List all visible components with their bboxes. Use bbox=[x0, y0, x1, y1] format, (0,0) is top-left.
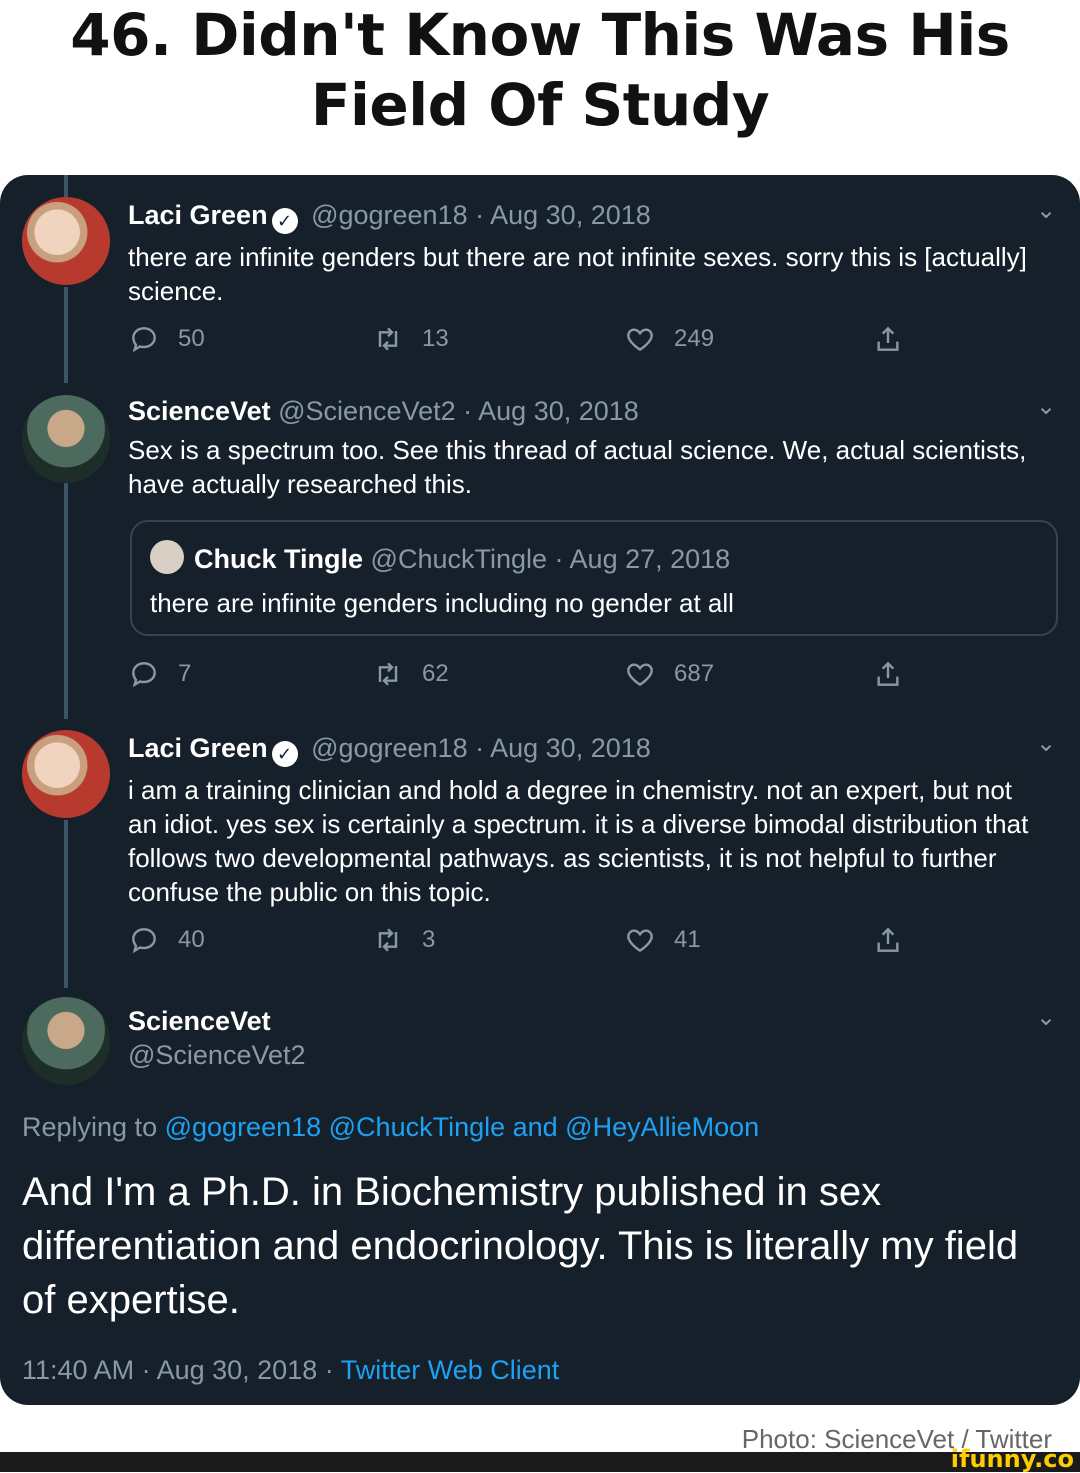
like-count: 249 bbox=[674, 325, 715, 352]
ifunny-watermark: ifunny.co bbox=[950, 1445, 1074, 1473]
reply-button[interactable]: 7 bbox=[128, 658, 191, 690]
quoted-date: · Aug 27, 2018 bbox=[554, 544, 731, 574]
chevron-down-icon[interactable]: ⌄ bbox=[1036, 1006, 1056, 1030]
retweet-icon bbox=[378, 928, 398, 952]
thread-line bbox=[64, 483, 68, 719]
like-button[interactable]: 249 bbox=[624, 323, 714, 355]
main-tweet-text: And I'm a Ph.D. in Biochemistry publishe… bbox=[22, 1170, 1019, 1322]
like-button[interactable]: 687 bbox=[624, 658, 714, 690]
reply-count: 7 bbox=[178, 660, 192, 687]
tweet[interactable]: Laci Green ✓ @gogreen18 · Aug 30, 2018 i … bbox=[128, 732, 1048, 909]
share-icon bbox=[877, 326, 899, 351]
main-tweet-header[interactable]: ScienceVet @ScienceVet2 bbox=[128, 1005, 1048, 1071]
tweet-author-handle[interactable]: @ScienceVet2 bbox=[128, 1039, 1048, 1071]
heart-icon bbox=[627, 663, 653, 687]
like-count: 41 bbox=[674, 926, 701, 953]
share-icon bbox=[877, 927, 899, 952]
heart-icon bbox=[627, 929, 653, 953]
tweet-text: i am a training clinician and hold a deg… bbox=[128, 775, 1029, 907]
retweet-button[interactable]: 62 bbox=[372, 658, 449, 690]
main-tweet-meta: 11:40 AM · Aug 30, 2018 · Twitter Web Cl… bbox=[22, 1355, 559, 1386]
thread-line bbox=[64, 287, 68, 383]
verified-badge-icon: ✓ bbox=[271, 208, 298, 234]
tweet-thread-card: Laci Green ✓ @gogreen18 · Aug 30, 2018 th… bbox=[0, 175, 1080, 1405]
quoted-text: there are infinite genders including no … bbox=[150, 588, 734, 618]
tweet[interactable]: ScienceVet @ScienceVet2 · Aug 30, 2018 S… bbox=[128, 395, 1048, 501]
tweet-timestamp[interactable]: 11:40 AM · Aug 30, 2018 · bbox=[22, 1355, 334, 1385]
retweet-count: 3 bbox=[422, 926, 436, 953]
quoted-avatar bbox=[150, 540, 184, 574]
tweet-author-handle[interactable]: @ScienceVet2 bbox=[278, 396, 456, 426]
quoted-author-name: Chuck Tingle bbox=[194, 544, 364, 574]
reply-button[interactable]: 40 bbox=[128, 924, 205, 956]
quoted-tweet[interactable]: Chuck Tingle @ChuckTingle · Aug 27, 2018… bbox=[130, 520, 1058, 636]
chevron-down-icon[interactable]: ⌄ bbox=[1036, 199, 1056, 223]
tweet-author-handle[interactable]: @gogreen18 bbox=[311, 200, 468, 230]
tweet-date[interactable]: · Aug 30, 2018 bbox=[475, 200, 651, 230]
avatar[interactable] bbox=[22, 997, 110, 1085]
tweet-actions: 40 3 41 bbox=[128, 924, 928, 958]
retweet-count: 13 bbox=[422, 325, 449, 352]
thread-line bbox=[64, 175, 68, 197]
tweet-author-name[interactable]: ScienceVet bbox=[128, 396, 271, 426]
chevron-down-icon[interactable]: ⌄ bbox=[1036, 395, 1056, 419]
verified-badge-icon: ✓ bbox=[271, 741, 298, 767]
footer-bar bbox=[0, 1452, 1080, 1472]
replying-to: Replying to @gogreen18 @ChuckTingle and … bbox=[22, 1112, 759, 1143]
article-headline: 46. Didn't Know This Was His Field Of St… bbox=[70, 1, 1010, 139]
tweet-date[interactable]: · Aug 30, 2018 bbox=[475, 733, 651, 763]
tweet-actions: 7 62 687 bbox=[128, 658, 928, 692]
reply-button[interactable]: 50 bbox=[128, 323, 205, 355]
thread-line bbox=[64, 820, 68, 988]
reply-count: 50 bbox=[178, 325, 205, 352]
share-icon bbox=[877, 661, 899, 686]
retweet-icon bbox=[378, 662, 398, 686]
tweet-actions: 50 13 249 bbox=[128, 323, 928, 357]
reply-icon bbox=[132, 327, 156, 353]
retweet-icon bbox=[378, 327, 398, 351]
avatar[interactable] bbox=[22, 730, 110, 818]
chevron-down-icon[interactable]: ⌄ bbox=[1036, 732, 1056, 756]
tweet-text: Sex is a spectrum too. See this thread o… bbox=[128, 435, 1027, 499]
tweet-date[interactable]: · Aug 30, 2018 bbox=[463, 396, 639, 426]
reply-icon bbox=[132, 662, 156, 688]
tweet-text: there are infinite genders but there are… bbox=[128, 242, 1027, 306]
replying-to-label: Replying to bbox=[22, 1112, 158, 1142]
tweet-author-handle[interactable]: @gogreen18 bbox=[311, 733, 468, 763]
like-count: 687 bbox=[674, 660, 715, 687]
retweet-button[interactable]: 13 bbox=[372, 323, 449, 355]
retweet-count: 62 bbox=[422, 660, 449, 687]
tweet-author-name[interactable]: Laci Green bbox=[128, 200, 268, 230]
heart-icon bbox=[627, 328, 653, 352]
reply-count: 40 bbox=[178, 926, 205, 953]
reply-icon bbox=[132, 928, 156, 954]
quoted-author-handle: @ChuckTingle bbox=[370, 544, 548, 574]
tweet-author-name[interactable]: ScienceVet bbox=[128, 1006, 271, 1036]
share-button[interactable] bbox=[872, 658, 922, 690]
share-button[interactable] bbox=[872, 924, 922, 956]
share-button[interactable] bbox=[872, 323, 922, 355]
tweet-client-link[interactable]: Twitter Web Client bbox=[341, 1355, 560, 1385]
tweet-author-name[interactable]: Laci Green bbox=[128, 733, 268, 763]
replying-to-mentions[interactable]: @gogreen18 @ChuckTingle and @HeyAllieMoo… bbox=[165, 1112, 760, 1142]
tweet[interactable]: Laci Green ✓ @gogreen18 · Aug 30, 2018 th… bbox=[128, 199, 1048, 308]
avatar[interactable] bbox=[22, 197, 110, 285]
avatar[interactable] bbox=[22, 395, 110, 483]
like-button[interactable]: 41 bbox=[624, 924, 701, 956]
retweet-button[interactable]: 3 bbox=[372, 924, 435, 956]
